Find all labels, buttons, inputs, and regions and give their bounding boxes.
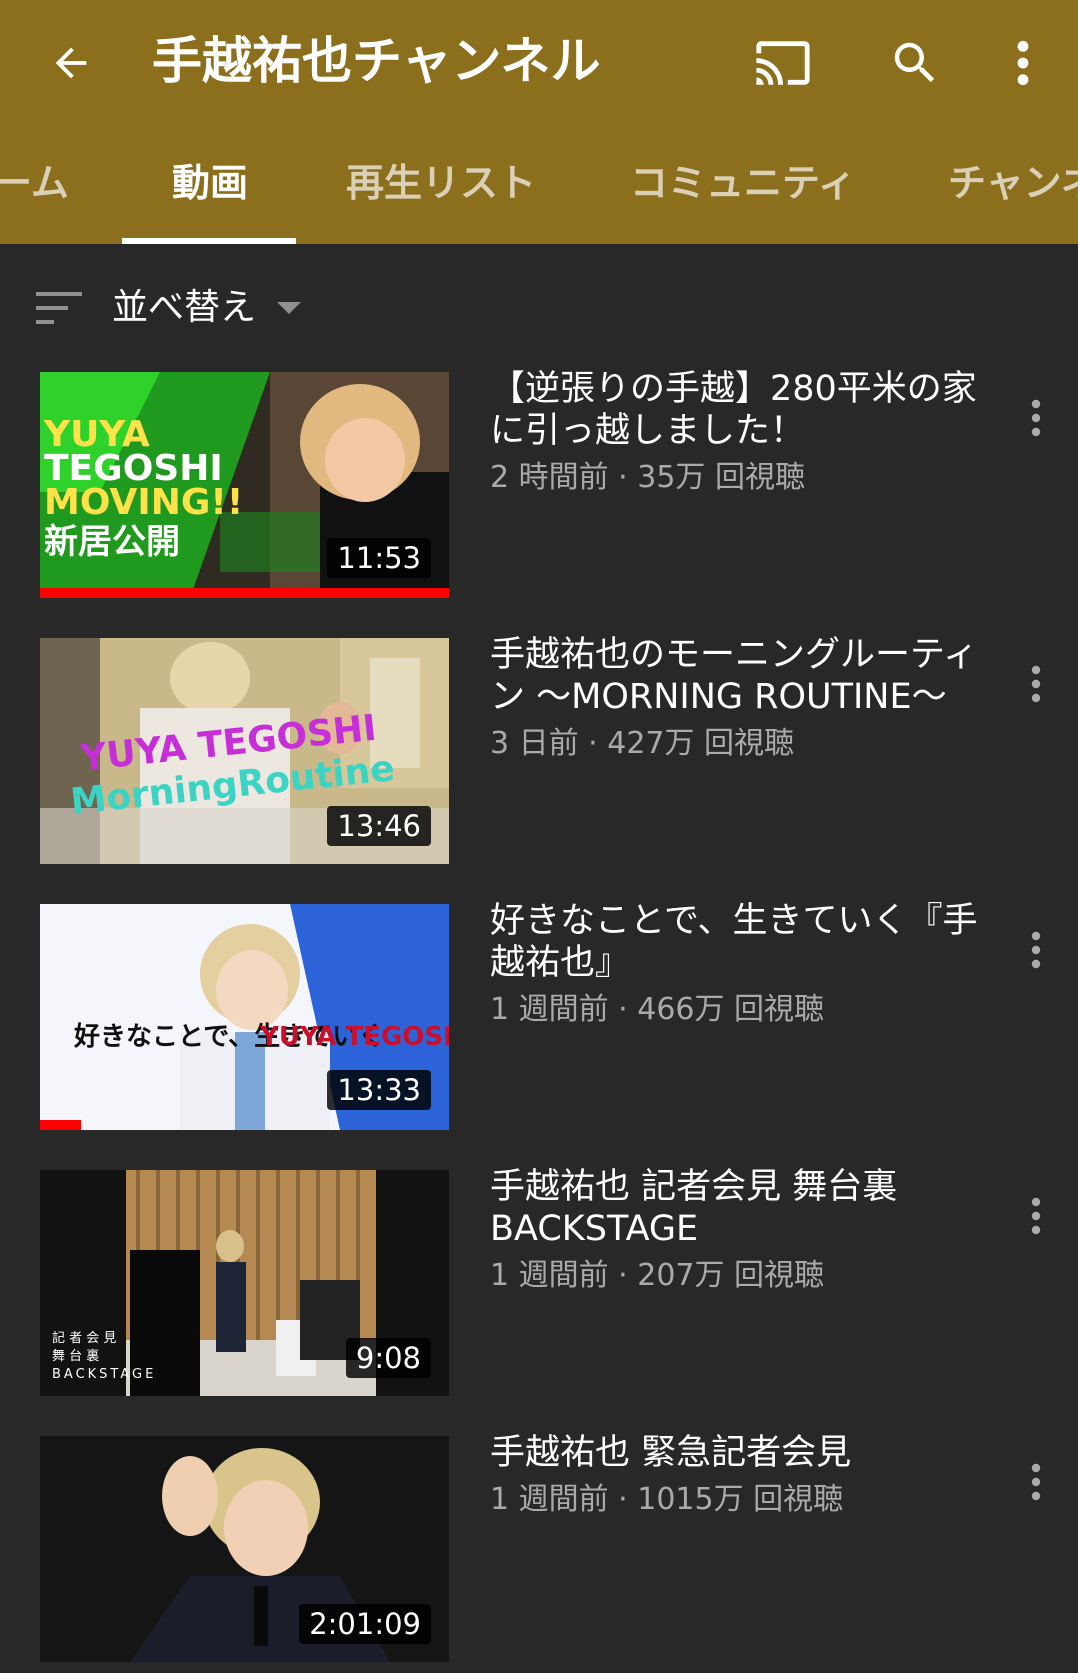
sort-icon [36, 292, 82, 324]
tab-videos[interactable]: 動画 [172, 122, 248, 244]
channel-header: 手越祐也チャンネル ーム 動画 再生リスト コミュニティ チャンネ [0, 0, 1078, 244]
cast-button[interactable] [748, 28, 818, 98]
sort-label: 並べ替え [112, 287, 257, 328]
app-bar: 手越祐也チャンネル [0, 0, 1078, 122]
sort-button[interactable]: 並べ替え [0, 270, 1078, 348]
video-action-menu-button[interactable] [1014, 1450, 1058, 1514]
thumbnail-caption: MOVING!! [44, 482, 244, 523]
arrow-back-icon [55, 47, 87, 79]
thumbnail-caption: BACKSTAGE [52, 1367, 157, 1382]
video-title[interactable]: 手越祐也のモーニングルーティン ～MORNING ROUTINE～ [490, 634, 980, 718]
video-title[interactable]: 好きなことで、生きていく『手越祐也』 [490, 900, 980, 984]
channel-title: 手越祐也チャンネル [152, 32, 601, 90]
video-thumbnail[interactable]: YUYA TEGOSHI MorningRoutine 13:46 [40, 638, 449, 864]
video-meta: 1 週間前 · 466万 回視聴 [490, 992, 825, 1027]
video-thumbnail[interactable]: 記 者 会 見 舞 台 裏 BACKSTAGE 9:08 [40, 1170, 449, 1396]
more-vert-icon [1017, 40, 1029, 86]
video-item[interactable]: 記 者 会 見 舞 台 裏 BACKSTAGE 9:08 手越祐也 記者会見 舞… [0, 1167, 1078, 1396]
video-duration: 2:01:09 [299, 1604, 431, 1644]
more-options-button[interactable] [988, 28, 1058, 98]
video-item[interactable]: 好きなことで、生きていく YUYA TEGOSHI 13:33 好きなことで、生… [0, 901, 1078, 1130]
video-meta: 2 時間前 · 35万 回視聴 [490, 460, 805, 495]
thumbnail-caption: 舞 台 裏 [52, 1349, 100, 1364]
video-thumbnail[interactable]: YUYA TEGOSHI MOVING!! 新居公開 11:53 [40, 372, 449, 598]
video-duration: 9:08 [345, 1338, 431, 1378]
more-vert-icon [1031, 1463, 1041, 1501]
tab-home[interactable]: ーム [0, 122, 69, 244]
thumbnail-caption: TEGOSHI [44, 448, 223, 489]
video-title[interactable]: 手越祐也 緊急記者会見 [490, 1432, 980, 1474]
search-icon [894, 42, 935, 83]
tab-community[interactable]: コミュニティ [630, 122, 856, 244]
video-meta: 1 週間前 · 207万 回視聴 [490, 1258, 825, 1293]
active-tab-indicator [122, 238, 296, 244]
video-meta: 1 週間前 · 1015万 回視聴 [490, 1482, 844, 1517]
video-title[interactable]: 【逆張りの手越】280平米の家に引っ越しました！ [490, 368, 980, 452]
video-action-menu-button[interactable] [1014, 918, 1058, 982]
tab-playlists[interactable]: 再生リスト [346, 122, 536, 244]
video-item[interactable]: 2:01:09 手越祐也 緊急記者会見 1 週間前 · 1015万 回視聴 [0, 1433, 1078, 1662]
video-duration: 11:53 [327, 538, 431, 578]
more-vert-icon [1031, 665, 1041, 703]
more-vert-icon [1031, 399, 1041, 437]
video-action-menu-button[interactable] [1014, 1184, 1058, 1248]
video-item[interactable]: YUYA TEGOSHI MOVING!! 新居公開 11:53 【逆張りの手越… [0, 369, 1078, 598]
tab-channels[interactable]: チャンネ [948, 122, 1078, 244]
back-button[interactable] [38, 30, 104, 96]
cast-icon [756, 41, 810, 85]
video-duration: 13:33 [327, 1070, 431, 1110]
more-vert-icon [1031, 931, 1041, 969]
channel-tabs: ーム 動画 再生リスト コミュニティ チャンネ [0, 122, 1078, 244]
video-action-menu-button[interactable] [1014, 386, 1058, 450]
video-thumbnail[interactable]: 好きなことで、生きていく YUYA TEGOSHI 13:33 [40, 904, 449, 1130]
video-meta: 3 日前 · 427万 回視聴 [490, 726, 795, 761]
thumbnail-caption: YUYA TEGOSHI [260, 1022, 449, 1052]
more-vert-icon [1031, 1197, 1041, 1235]
video-action-menu-button[interactable] [1014, 652, 1058, 716]
dropdown-caret-icon [277, 302, 301, 314]
watch-progress-bar [40, 588, 449, 598]
video-title[interactable]: 手越祐也 記者会見 舞台裏 BACKSTAGE [490, 1166, 980, 1250]
thumbnail-caption: 記 者 会 見 [52, 1331, 117, 1346]
thumbnail-caption: YUYA [44, 414, 150, 455]
search-button[interactable] [880, 28, 950, 98]
video-duration: 13:46 [327, 806, 431, 846]
video-thumbnail[interactable]: 2:01:09 [40, 1436, 449, 1662]
thumbnail-caption: 新居公開 [44, 522, 180, 562]
watch-progress-bar [40, 1120, 81, 1130]
video-item[interactable]: YUYA TEGOSHI MorningRoutine 13:46 手越祐也のモ… [0, 635, 1078, 864]
